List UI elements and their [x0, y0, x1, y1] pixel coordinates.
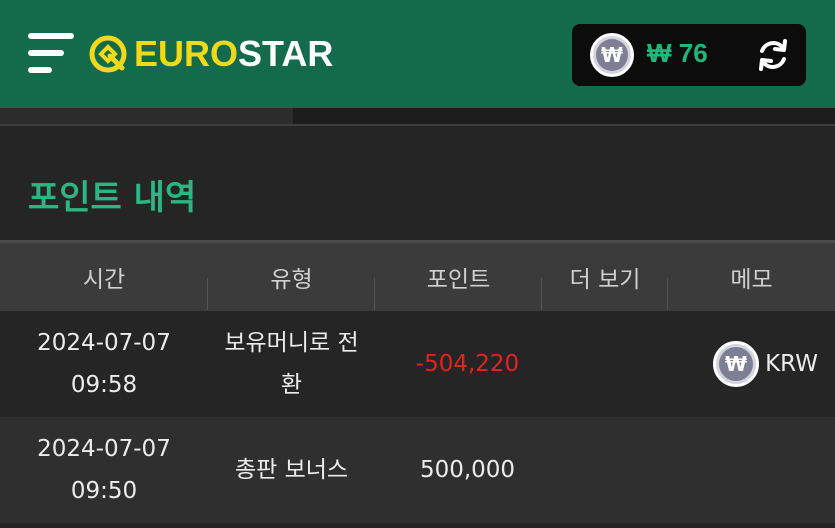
- hamburger-menu-icon[interactable]: [28, 33, 76, 77]
- eurostar-logo[interactable]: EUROSTAR: [88, 33, 333, 75]
- logo-text-euro: EURO: [134, 33, 239, 74]
- cell-more[interactable]: [542, 311, 668, 417]
- memo-currency: KRW: [765, 351, 818, 377]
- cell-points: -504,220: [415, 351, 520, 377]
- cell-memo: [668, 417, 835, 523]
- cell-clock: 09:50: [70, 478, 138, 504]
- column-header-more: 더 보기: [569, 267, 641, 293]
- cell-memo: ₩ KRW: [668, 311, 835, 417]
- balance-amount: ₩ 76: [647, 38, 708, 68]
- cell-time: 2024-07-07 09:50: [0, 417, 208, 523]
- column-header-memo: 메모: [730, 267, 773, 293]
- column-header-type: 유형: [270, 267, 313, 293]
- cell-clock: 09:58: [70, 372, 138, 398]
- won-coin-icon: ₩: [590, 33, 634, 77]
- page-title: 포인트 내역: [28, 178, 197, 218]
- cell-more[interactable]: [542, 417, 668, 523]
- column-header-time: 시간: [82, 267, 126, 293]
- logo-mark-icon: [89, 35, 127, 73]
- cell-points: 500,000: [419, 457, 516, 483]
- cell-type: 총판 보너스: [234, 457, 349, 483]
- balance-widget: ₩ ₩ 76: [572, 24, 806, 86]
- cell-date: 2024-07-07: [37, 330, 171, 356]
- sub-navigation-tab[interactable]: [0, 108, 293, 124]
- table-header: 시간 유형 포인트 더 보기 메모: [0, 240, 835, 311]
- logo-text-star: STAR: [238, 33, 334, 74]
- cell-date: 2024-07-07: [37, 436, 171, 462]
- cell-time: 2024-07-07 09:58: [0, 311, 208, 417]
- won-coin-icon: ₩: [713, 341, 760, 387]
- table-row[interactable]: 2024-07-07 09:58 보유머니로 전환 -504,220 ₩ KRW: [0, 311, 835, 417]
- column-header-points: 포인트: [426, 267, 491, 293]
- refresh-icon[interactable]: [755, 37, 791, 73]
- top-header: EUROSTAR ₩ ₩ 76: [0, 0, 835, 108]
- table-row[interactable]: 2024-07-07 09:50 총판 보너스 500,000: [0, 417, 835, 523]
- cell-type: 보유머니로 전환: [224, 330, 359, 398]
- divider: [0, 124, 835, 126]
